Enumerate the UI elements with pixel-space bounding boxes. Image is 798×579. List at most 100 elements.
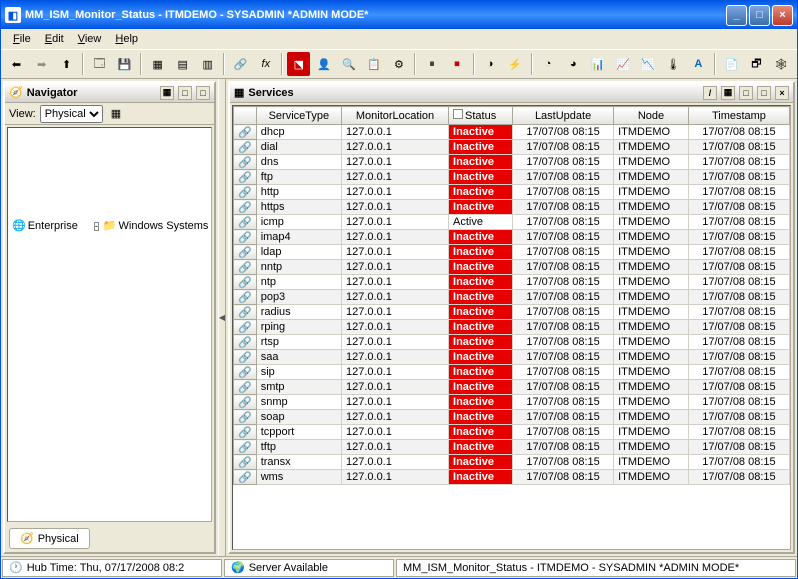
table-row[interactable]: 🔗transx127.0.0.1Inactive17/07/08 08:15IT… [234, 455, 790, 470]
table-row[interactable]: 🔗http127.0.0.1Inactive17/07/08 08:15ITMD… [234, 185, 790, 200]
table-row[interactable]: 🔗radius127.0.0.1Inactive17/07/08 08:15IT… [234, 305, 790, 320]
col-timestamp[interactable]: Timestamp [688, 107, 789, 125]
col-monitorlocation[interactable]: MonitorLocation [341, 107, 448, 125]
link-icon[interactable]: 🔗 [234, 440, 257, 455]
maximize-button[interactable]: □ [749, 5, 770, 26]
svc-pin-button[interactable]: ▦ [721, 86, 735, 100]
link-icon[interactable]: 🔗 [234, 365, 257, 380]
link-icon[interactable]: 🔗 [234, 185, 257, 200]
table-row[interactable]: 🔗tcpport127.0.0.1Inactive17/07/08 08:15I… [234, 425, 790, 440]
table-row[interactable]: 🔗sip127.0.0.1Inactive17/07/08 08:15ITMDE… [234, 365, 790, 380]
link-button[interactable]: 🔗 [229, 52, 252, 76]
view-split-button[interactable]: ▥ [196, 52, 219, 76]
table-row[interactable]: 🔗https127.0.0.1Inactive17/07/08 08:15ITM… [234, 200, 790, 215]
navigator-tree[interactable]: 🌐Enterprise -📁Windows Systems -🖥ITMDEMO … [7, 127, 212, 522]
tree-enterprise[interactable]: Enterprise [28, 218, 78, 234]
link-icon[interactable]: 🔗 [234, 155, 257, 170]
link-icon[interactable]: 🔗 [234, 320, 257, 335]
svc-min-button[interactable]: □ [739, 86, 753, 100]
stop-button[interactable]: ⏹ [446, 52, 469, 76]
chart-bar-button[interactable]: 📊 [587, 52, 610, 76]
notepad-button[interactable]: 📄 [720, 52, 743, 76]
new-window-button[interactable]: 🗔 [88, 52, 111, 76]
link-icon[interactable]: 🔗 [234, 230, 257, 245]
menu-help[interactable]: Help [109, 31, 144, 47]
link-icon[interactable]: 🔗 [234, 125, 257, 140]
menu-view[interactable]: View [72, 31, 108, 47]
pause-button[interactable]: ⏸ [420, 52, 443, 76]
splitter-handle[interactable]: ◀ [218, 79, 226, 556]
chart-pie2-button[interactable]: ◕ [562, 52, 585, 76]
link-icon[interactable]: 🔗 [234, 140, 257, 155]
gauge-button[interactable]: 🌡 [662, 52, 685, 76]
table-row[interactable]: 🔗smtp127.0.0.1Inactive17/07/08 08:15ITMD… [234, 380, 790, 395]
table-row[interactable]: 🔗icmp127.0.0.1Active17/07/08 08:15ITMDEM… [234, 215, 790, 230]
link-icon[interactable]: 🔗 [234, 200, 257, 215]
table-row[interactable]: 🔗soap127.0.0.1Inactive17/07/08 08:15ITMD… [234, 410, 790, 425]
collapse-icon[interactable]: - [94, 222, 99, 231]
link-icon[interactable]: 🔗 [234, 170, 257, 185]
forward-button[interactable]: ➡ [30, 52, 53, 76]
col-lastupdate[interactable]: LastUpdate [513, 107, 614, 125]
back-button[interactable]: ⬅ [5, 52, 28, 76]
close-button[interactable]: × [772, 5, 793, 26]
view-config-button[interactable]: ▦ [111, 107, 121, 120]
link-icon[interactable]: 🔗 [234, 470, 257, 485]
link-icon[interactable]: 🔗 [234, 425, 257, 440]
menu-edit[interactable]: Edit [39, 31, 70, 47]
table-row[interactable]: 🔗pop3127.0.0.1Inactive17/07/08 08:15ITMD… [234, 290, 790, 305]
table-row[interactable]: 🔗nntp127.0.0.1Inactive17/07/08 08:15ITMD… [234, 260, 790, 275]
table-row[interactable]: 🔗ftp127.0.0.1Inactive17/07/08 08:15ITMDE… [234, 170, 790, 185]
link-icon[interactable]: 🔗 [234, 455, 257, 470]
nav-max-button[interactable]: □ [196, 86, 210, 100]
view-props-button[interactable]: ▤ [171, 52, 194, 76]
nav-min-button[interactable]: □ [178, 86, 192, 100]
link-icon[interactable]: 🔗 [234, 215, 257, 230]
chart-plot-button[interactable]: 📉 [637, 52, 660, 76]
col-servicetype[interactable]: ServiceType [256, 107, 341, 125]
view-table-button[interactable]: ▦ [146, 52, 169, 76]
link-icon[interactable]: 🔗 [234, 245, 257, 260]
save-button[interactable]: 💾 [113, 52, 136, 76]
link-icon[interactable]: 🔗 [234, 395, 257, 410]
svc-close-button[interactable]: × [775, 86, 789, 100]
chart-pie-button[interactable]: ◔ [537, 52, 560, 76]
link-icon[interactable]: 🔗 [234, 290, 257, 305]
menu-file[interactable]: File [7, 31, 37, 47]
nav-pin-button[interactable]: ▦ [160, 86, 174, 100]
view-select[interactable]: Physical [40, 105, 103, 123]
event-button[interactable]: ◑ [479, 52, 502, 76]
table-row[interactable]: 🔗imap4127.0.0.1Inactive17/07/08 08:15ITM… [234, 230, 790, 245]
browser-button[interactable]: 🗗 [745, 52, 768, 76]
col-node[interactable]: Node [614, 107, 689, 125]
agent-button[interactable]: ⚙ [387, 52, 410, 76]
query-button[interactable]: 🔍 [337, 52, 360, 76]
up-button[interactable]: ⬆ [55, 52, 78, 76]
tree-windows-systems[interactable]: Windows Systems [119, 218, 209, 234]
table-row[interactable]: 🔗ldap127.0.0.1Inactive17/07/08 08:15ITMD… [234, 245, 790, 260]
table-row[interactable]: 🔗tftp127.0.0.1Inactive17/07/08 08:15ITMD… [234, 440, 790, 455]
table-row[interactable]: 🔗saa127.0.0.1Inactive17/07/08 08:15ITMDE… [234, 350, 790, 365]
situation-button[interactable]: ⬔ [287, 52, 310, 76]
table-row[interactable]: 🔗wms127.0.0.1Inactive17/07/08 08:15ITMDE… [234, 470, 790, 485]
link-icon[interactable]: 🔗 [234, 335, 257, 350]
action-button[interactable]: ⚡ [504, 52, 527, 76]
physical-tab[interactable]: 🧭 Physical [9, 528, 90, 549]
table-row[interactable]: 🔗snmp127.0.0.1Inactive17/07/08 08:15ITMD… [234, 395, 790, 410]
table-row[interactable]: 🔗dns127.0.0.1Inactive17/07/08 08:15ITMDE… [234, 155, 790, 170]
history-button[interactable]: 📋 [362, 52, 385, 76]
table-row[interactable]: 🔗ntp127.0.0.1Inactive17/07/08 08:15ITMDE… [234, 275, 790, 290]
minimize-button[interactable]: _ [726, 5, 747, 26]
link-icon[interactable]: 🔗 [234, 275, 257, 290]
table-row[interactable]: 🔗dhcp127.0.0.1Inactive17/07/08 08:15ITMD… [234, 125, 790, 140]
link-icon[interactable]: 🔗 [234, 305, 257, 320]
svc-max-button[interactable]: □ [757, 86, 771, 100]
col-status[interactable]: Status [449, 107, 513, 125]
link-icon[interactable]: 🔗 [234, 350, 257, 365]
svc-toggle-button[interactable]: / [703, 86, 717, 100]
link-icon[interactable]: 🔗 [234, 410, 257, 425]
services-table[interactable]: ServiceTypeMonitorLocationStatusLastUpda… [233, 106, 790, 485]
table-row[interactable]: 🔗dial127.0.0.1Inactive17/07/08 08:15ITMD… [234, 140, 790, 155]
text-button[interactable]: A [687, 52, 710, 76]
chart-line-button[interactable]: 📈 [612, 52, 635, 76]
